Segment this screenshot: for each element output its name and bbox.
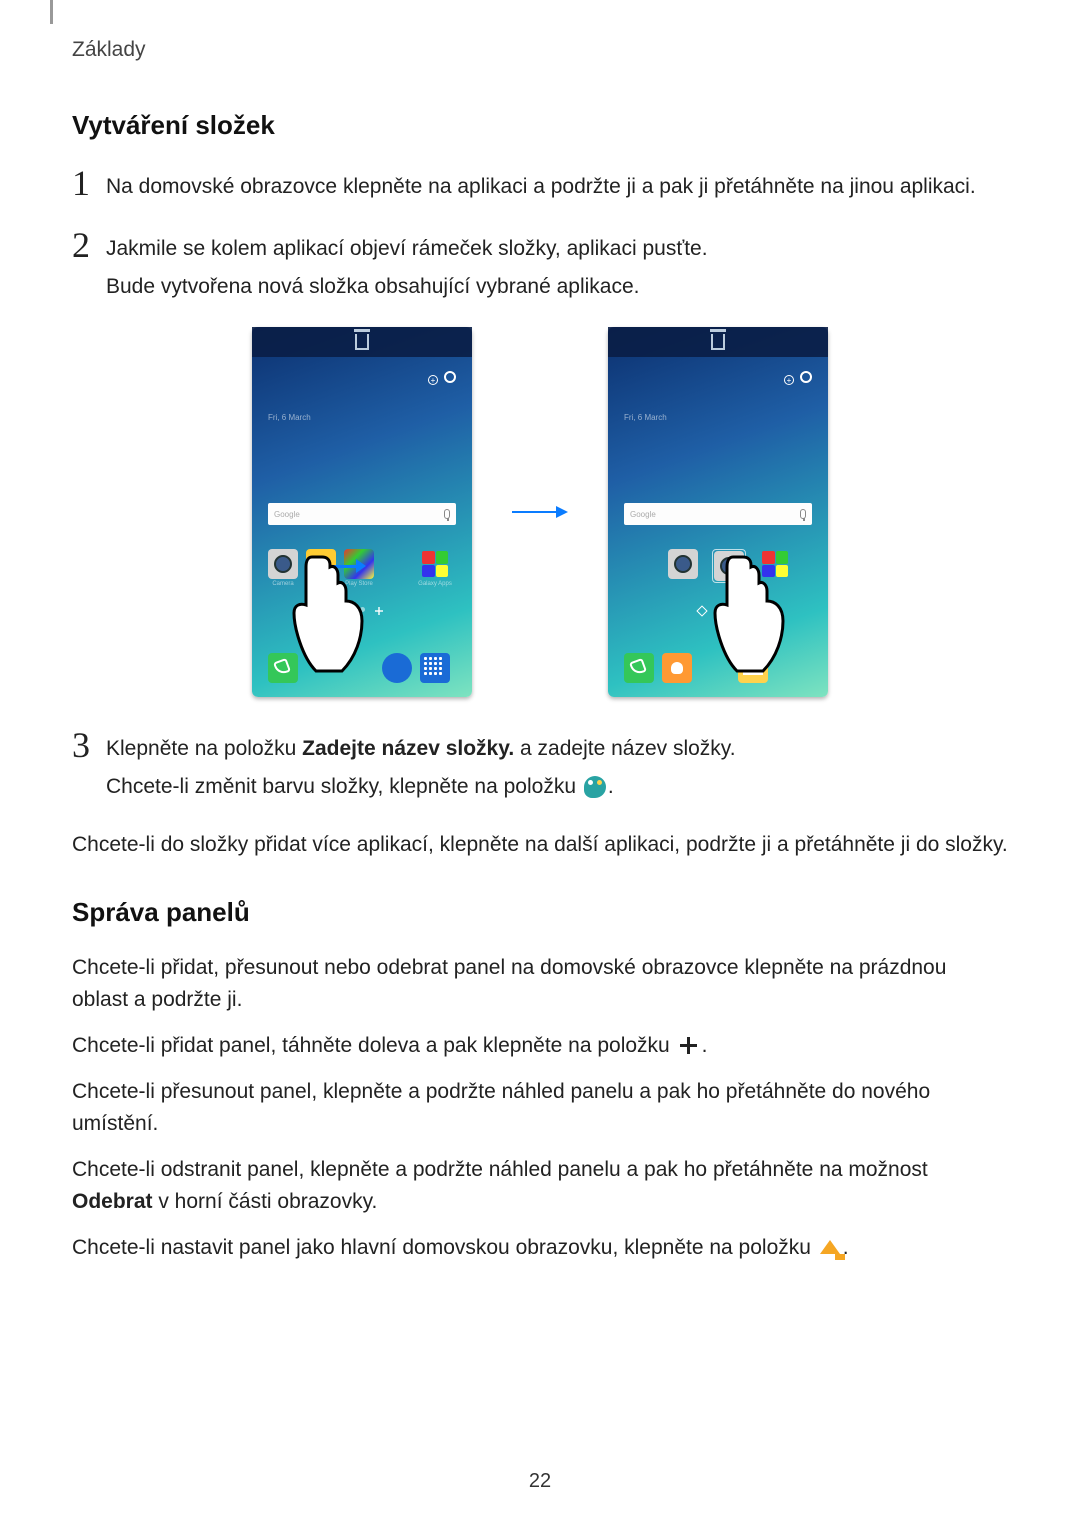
galaxy-apps-icon: Galaxy Apps [420, 549, 450, 579]
phone-top-bar [608, 327, 828, 357]
weather-widget: + [428, 371, 456, 393]
app-label: Camera [264, 581, 302, 587]
text: Klepněte na položku [106, 737, 302, 760]
step-3-line2: Chcete-li změnit barvu složky, klepněte … [106, 771, 736, 803]
step-body: Na domovské obrazovce klepněte na aplika… [106, 165, 976, 209]
step-2-line1: Jakmile se kolem aplikací objeví rámeček… [106, 233, 708, 265]
step-1: 1 Na domovské obrazovce klepněte na apli… [72, 165, 1008, 209]
mic-icon [444, 509, 450, 519]
heading-create-folders: Vytváření složek [72, 110, 1008, 141]
step-3-line1: Klepněte na položku Zadejte název složky… [106, 733, 736, 765]
text: a zadejte název složky. [514, 737, 735, 760]
dock-row [268, 653, 456, 683]
add-page-icon [731, 607, 739, 615]
step-body: Jakmile se kolem aplikací objeví rámeček… [106, 227, 708, 309]
plus-icon [678, 1035, 700, 1057]
camera-lens-icon [720, 557, 738, 575]
panels-p1: Chcete-li přidat, přesunout nebo odebrat… [72, 952, 1008, 1016]
text: v horní části obrazovky. [153, 1190, 378, 1213]
phone-app-icon [624, 653, 654, 683]
folder-extra-para: Chcete-li do složky přidat více aplikací… [72, 829, 1008, 861]
phone-app-icon [268, 653, 298, 683]
text: Chcete-li změnit barvu složky, klepněte … [106, 775, 582, 798]
arrow-head-icon [356, 559, 366, 573]
step-number: 2 [72, 227, 106, 263]
page-indicators [624, 607, 812, 615]
trash-icon [355, 334, 369, 350]
galaxy-apps-icon [760, 549, 790, 579]
apps-drawer-icon [420, 653, 450, 683]
text: Chcete-li odstranit panel, klepněte a po… [72, 1158, 928, 1181]
illustration-row: + Fri, 6 March Google Camera Gallery [72, 327, 1008, 697]
camera-app-icon: Camera [268, 549, 298, 579]
mail-app-icon [738, 653, 768, 683]
trash-icon [711, 334, 725, 350]
step-2: 2 Jakmile se kolem aplikací objeví rámeč… [72, 227, 1008, 309]
phone-top-bar [252, 327, 472, 357]
step-2-line2: Bude vytvořena nová složka obsahující vy… [106, 271, 708, 303]
dock-row [624, 653, 812, 683]
arrow-line [320, 565, 360, 568]
step-number: 3 [72, 727, 106, 763]
page-number: 22 [0, 1470, 1080, 1493]
arrow-line [512, 511, 556, 513]
moon-icon [800, 371, 812, 383]
step-body: Klepněte na položku Zadejte název složky… [106, 727, 736, 809]
text: Chcete-li nastavit panel jako hlavní dom… [72, 1236, 817, 1259]
app-row [624, 549, 812, 583]
heading-manage-panels: Správa panelů [72, 897, 1008, 928]
period: . [608, 775, 614, 798]
step-1-text: Na domovské obrazovce klepněte na aplika… [106, 171, 976, 203]
contacts-app-icon [662, 653, 692, 683]
weather-widget: + [784, 371, 812, 393]
moon-icon [444, 371, 456, 383]
page-header: Základy [72, 38, 146, 62]
search-bar: Google [268, 503, 456, 525]
bold-text: Zadejte název složky. [302, 737, 514, 760]
camera-lens-icon [674, 555, 692, 573]
arrow-head-icon [556, 506, 568, 518]
add-icon: + [784, 375, 794, 385]
mic-icon [800, 509, 806, 519]
page-dot-icon [360, 607, 365, 612]
camera-app-icon [668, 549, 698, 579]
app-label: Galaxy Apps [416, 581, 454, 587]
text: Chcete-li přidat panel, táhněte doleva a… [72, 1034, 676, 1057]
folder-app-icon [714, 551, 744, 581]
home-indicator-icon [696, 605, 707, 616]
date-label: Fri, 6 March [624, 413, 667, 422]
browser-app-icon [382, 653, 412, 683]
add-icon: + [428, 375, 438, 385]
panels-p2: Chcete-li přidat panel, táhněte doleva a… [72, 1030, 1008, 1062]
step-3: 3 Klepněte na položku Zadejte název slož… [72, 727, 1008, 809]
app-label: Play Store [340, 581, 378, 587]
page-content: Vytváření složek 1 Na domovské obrazovce… [72, 100, 1008, 1278]
date-label: Fri, 6 March [268, 413, 311, 422]
search-placeholder: Google [274, 510, 444, 519]
phone-screenshot-after: + Fri, 6 March Google [608, 327, 828, 697]
panels-p3: Chcete-li přesunout panel, klepněte a po… [72, 1076, 1008, 1140]
panels-p5: Chcete-li nastavit panel jako hlavní dom… [72, 1232, 1008, 1264]
home-indicator-icon [340, 605, 351, 616]
page-dot-icon [716, 607, 721, 612]
page-indicators [268, 607, 456, 615]
transition-arrow [512, 506, 568, 518]
home-icon [819, 1237, 841, 1259]
document-page: Základy Vytváření složek 1 Na domovské o… [0, 0, 1080, 1527]
folder-frame [712, 549, 746, 583]
app-label: Gallery [302, 581, 340, 587]
step-number: 1 [72, 165, 106, 201]
search-placeholder: Google [630, 510, 800, 519]
panels-p4: Chcete-li odstranit panel, klepněte a po… [72, 1154, 1008, 1218]
bold-text: Odebrat [72, 1190, 153, 1213]
camera-lens-icon [274, 555, 292, 573]
search-bar: Google [624, 503, 812, 525]
palette-icon [584, 776, 606, 798]
period: . [702, 1034, 708, 1057]
drag-arrow [320, 557, 366, 575]
add-page-icon [375, 607, 383, 615]
margin-rule [50, 0, 53, 24]
phone-screenshot-before: + Fri, 6 March Google Camera Gallery [252, 327, 472, 697]
